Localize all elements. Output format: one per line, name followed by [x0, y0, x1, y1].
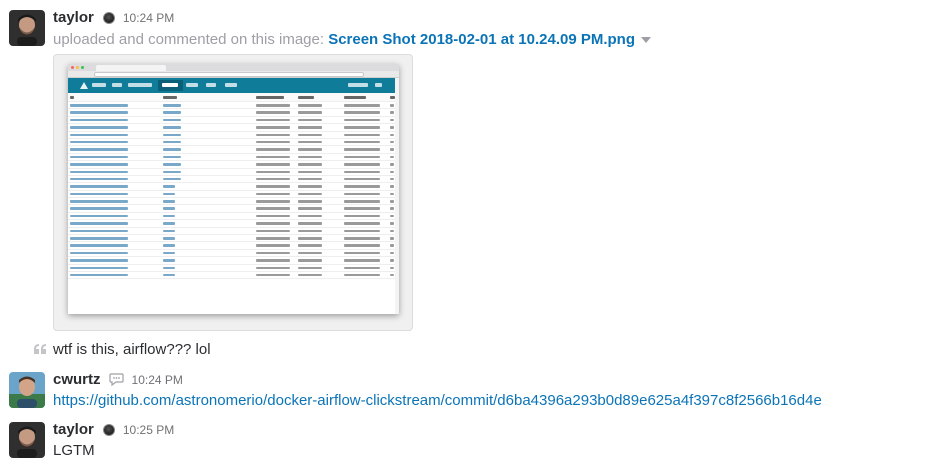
task-instance-table: [68, 93, 399, 280]
quote-icon: [34, 344, 46, 354]
table-row: [68, 102, 399, 110]
avatar-image: [9, 10, 45, 46]
away-status-icon: [102, 423, 115, 436]
avatar-cwurtz[interactable]: [9, 372, 45, 408]
author-name[interactable]: cwurtz: [53, 371, 101, 388]
author-name[interactable]: taylor: [53, 421, 94, 438]
table-row: [68, 235, 399, 243]
table-row: [68, 132, 399, 139]
table-row: [68, 272, 399, 280]
airflow-logo-icon: [80, 82, 88, 89]
table-row: [68, 213, 399, 221]
upload-line: uploaded and commented on this image: Sc…: [53, 31, 651, 48]
timestamp[interactable]: 10:25 PM: [123, 423, 174, 437]
table-row: [68, 220, 399, 228]
table-row: [68, 146, 399, 154]
timestamp[interactable]: 10:24 PM: [123, 11, 174, 25]
table-row: [68, 198, 399, 206]
message-text: LGTM: [53, 442, 95, 459]
commit-link[interactable]: https://github.com/astronomerio/docker-a…: [53, 392, 822, 409]
away-status-icon: [102, 11, 115, 24]
table-row: [68, 139, 399, 147]
table-row: [68, 228, 399, 236]
table-row: [68, 265, 399, 272]
avatar-taylor[interactable]: [9, 422, 45, 458]
table-row: [68, 183, 399, 191]
browser-chrome: [68, 64, 399, 78]
table-row: [68, 205, 399, 213]
avatar-image: [9, 422, 45, 458]
table-row: [68, 117, 399, 125]
table-row: [68, 250, 399, 258]
table-row: [68, 109, 399, 117]
timestamp[interactable]: 10:24 PM: [132, 373, 183, 387]
airflow-screenshot-preview: [68, 64, 399, 314]
comment-text: wtf is this, airflow??? lol: [53, 341, 211, 358]
chevron-down-icon[interactable]: [641, 37, 651, 44]
image-thumbnail[interactable]: [53, 54, 413, 331]
table-row: [68, 242, 399, 250]
avatar-taylor[interactable]: [9, 10, 45, 46]
table-row: [68, 154, 399, 162]
table-row: [68, 161, 399, 169]
comment-icon: [108, 373, 124, 387]
table-row: [68, 257, 399, 265]
table-row: [68, 191, 399, 199]
upload-prefix: uploaded and commented on this image:: [53, 31, 325, 48]
file-name-link[interactable]: Screen Shot 2018-02-01 at 10.24.09 PM.pn…: [328, 31, 635, 48]
author-name[interactable]: taylor: [53, 9, 94, 26]
avatar-image: [9, 372, 45, 408]
table-row: [68, 176, 399, 184]
table-row: [68, 124, 399, 132]
table-row: [68, 169, 399, 176]
airflow-navbar: [68, 78, 399, 93]
